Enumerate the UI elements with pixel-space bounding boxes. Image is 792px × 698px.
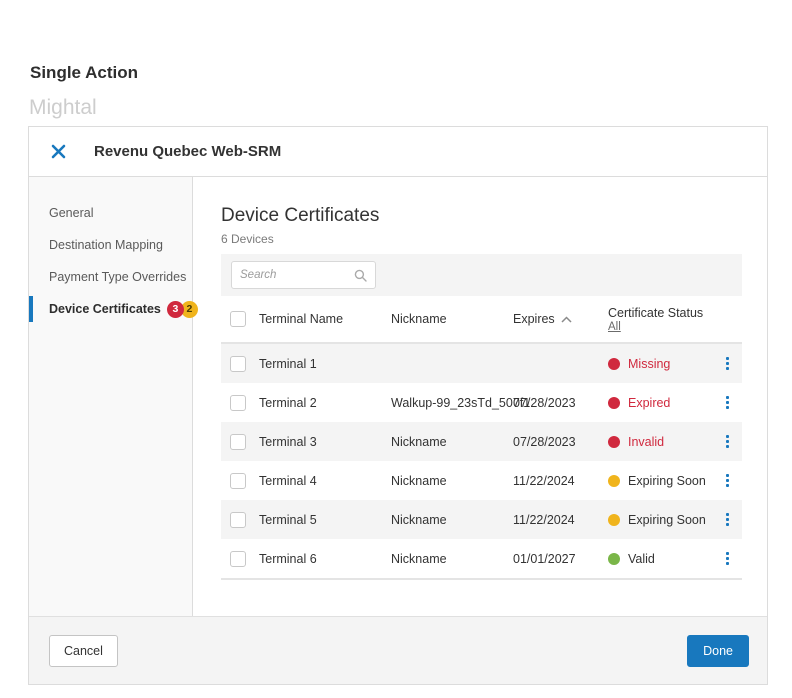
search-box[interactable] (231, 261, 376, 289)
table-row[interactable]: Terminal 5 Nickname 11/22/2024 Expiring … (221, 500, 742, 539)
search-input[interactable] (240, 269, 354, 281)
status-filter-all-link[interactable]: All (608, 321, 621, 333)
sidebar-item-label: Destination Mapping (49, 238, 163, 252)
sidebar-item-device-certificates[interactable]: Device Certificates 3 2 (29, 293, 198, 325)
badge-group: 3 2 (166, 300, 198, 318)
sidebar-item-payment-type-overrides[interactable]: Payment Type Overrides (29, 261, 192, 293)
table-body: Terminal 1 Missing Terminal 2 Walkup-99_… (221, 344, 742, 580)
terminal-name-cell: Terminal 5 (259, 512, 317, 527)
sidebar-item-label: Payment Type Overrides (49, 270, 187, 284)
column-header-expires-sort[interactable]: Expires (513, 312, 608, 326)
table-row[interactable]: Terminal 4 Nickname 11/22/2024 Expiring … (221, 461, 742, 500)
terminal-name-cell: Terminal 6 (259, 551, 317, 566)
sidebar-item-label: General (49, 206, 94, 220)
table-row[interactable]: Terminal 3 Nickname 07/28/2023 Invalid (221, 422, 742, 461)
expires-cell: 11/22/2024 (513, 473, 575, 488)
terminal-name-cell: Terminal 3 (259, 434, 317, 449)
table-row[interactable]: Terminal 1 Missing (221, 344, 742, 383)
device-count: 6 Devices (221, 232, 274, 246)
terminal-name-cell: Terminal 4 (259, 473, 317, 488)
row-checkbox[interactable] (230, 472, 246, 489)
page: Single Action Mightal Revenu Quebec Web-… (0, 0, 792, 698)
column-header-expires: Expires (513, 312, 555, 326)
row-actions-kebab-icon[interactable] (723, 354, 732, 373)
table-toolbar (221, 254, 742, 296)
sidebar: General Destination Mapping Payment Type… (29, 177, 198, 616)
table-header-row: Terminal Name Nickname Expires Certifica… (221, 296, 742, 344)
status-label: Expiring Soon (628, 473, 706, 488)
expires-cell: 11/22/2024 (513, 512, 575, 527)
column-header-nickname: Nickname (391, 312, 447, 326)
modal-header: Revenu Quebec Web-SRM (29, 127, 767, 177)
column-header-certificate-status: Certificate Status (608, 305, 704, 320)
status-dot (608, 357, 620, 370)
search-icon (354, 269, 367, 282)
status-label: Expired (628, 395, 671, 410)
revenu-quebec-modal: Revenu Quebec Web-SRM General Destinatio… (28, 126, 768, 685)
status-dot (608, 435, 620, 448)
sidebar-item-general[interactable]: General (29, 197, 192, 229)
close-icon[interactable] (49, 143, 67, 161)
status-dot (608, 552, 620, 565)
select-all-checkbox[interactable] (230, 311, 246, 327)
main-content: Device Certificates 6 Devices Terminal N… (193, 177, 767, 616)
column-header-terminal-name: Terminal Name (259, 312, 344, 326)
expires-cell: 07/28/2023 (513, 395, 576, 410)
expires-cell: 07/28/2023 (513, 434, 576, 449)
table-row[interactable]: Terminal 2 Walkup-99_23sTd_507f1 07/28/2… (221, 383, 742, 422)
expires-cell: 01/01/2027 (513, 551, 576, 566)
status-dot (608, 474, 620, 487)
page-title: Single Action (30, 63, 138, 82)
done-button[interactable]: Done (687, 634, 749, 667)
row-actions-kebab-icon[interactable] (723, 393, 732, 412)
modal-title: Revenu Quebec Web-SRM (94, 143, 282, 160)
status-label: Expiring Soon (628, 512, 706, 527)
nickname-cell: Walkup-99_23sTd_507f1 (391, 395, 531, 410)
row-actions-kebab-icon[interactable] (723, 432, 732, 451)
status-label: Invalid (628, 434, 665, 449)
status-dot (608, 396, 620, 409)
terminal-name-cell: Terminal 2 (259, 395, 317, 410)
content-heading: Device Certificates (221, 205, 380, 226)
modal-body: General Destination Mapping Payment Type… (29, 177, 767, 616)
row-actions-kebab-icon[interactable] (723, 471, 732, 490)
row-checkbox[interactable] (230, 511, 246, 528)
row-actions-kebab-icon[interactable] (723, 510, 732, 529)
status-dot (608, 513, 620, 526)
cancel-button[interactable]: Cancel (49, 634, 118, 667)
page-subtitle: Mightal (29, 96, 97, 119)
row-checkbox[interactable] (230, 394, 246, 411)
row-actions-kebab-icon[interactable] (723, 549, 732, 568)
sidebar-item-destination-mapping[interactable]: Destination Mapping (29, 229, 192, 261)
row-checkbox[interactable] (230, 433, 246, 450)
row-checkbox[interactable] (230, 550, 246, 567)
modal-footer: Cancel Done (29, 616, 767, 684)
status-label: Missing (628, 356, 671, 371)
sidebar-item-label: Device Certificates (49, 302, 161, 316)
table-row[interactable]: Terminal 6 Nickname 01/01/2027 Valid (221, 539, 742, 578)
nickname-cell: Nickname (391, 551, 447, 566)
nickname-cell: Nickname (391, 473, 447, 488)
sort-asc-icon (561, 315, 572, 323)
status-label: Valid (628, 551, 655, 566)
nickname-cell: Nickname (391, 512, 447, 527)
error-count-badge: 3 (166, 300, 184, 318)
row-checkbox[interactable] (230, 355, 246, 372)
nickname-cell: Nickname (391, 434, 447, 449)
terminal-name-cell: Terminal 1 (259, 356, 317, 371)
